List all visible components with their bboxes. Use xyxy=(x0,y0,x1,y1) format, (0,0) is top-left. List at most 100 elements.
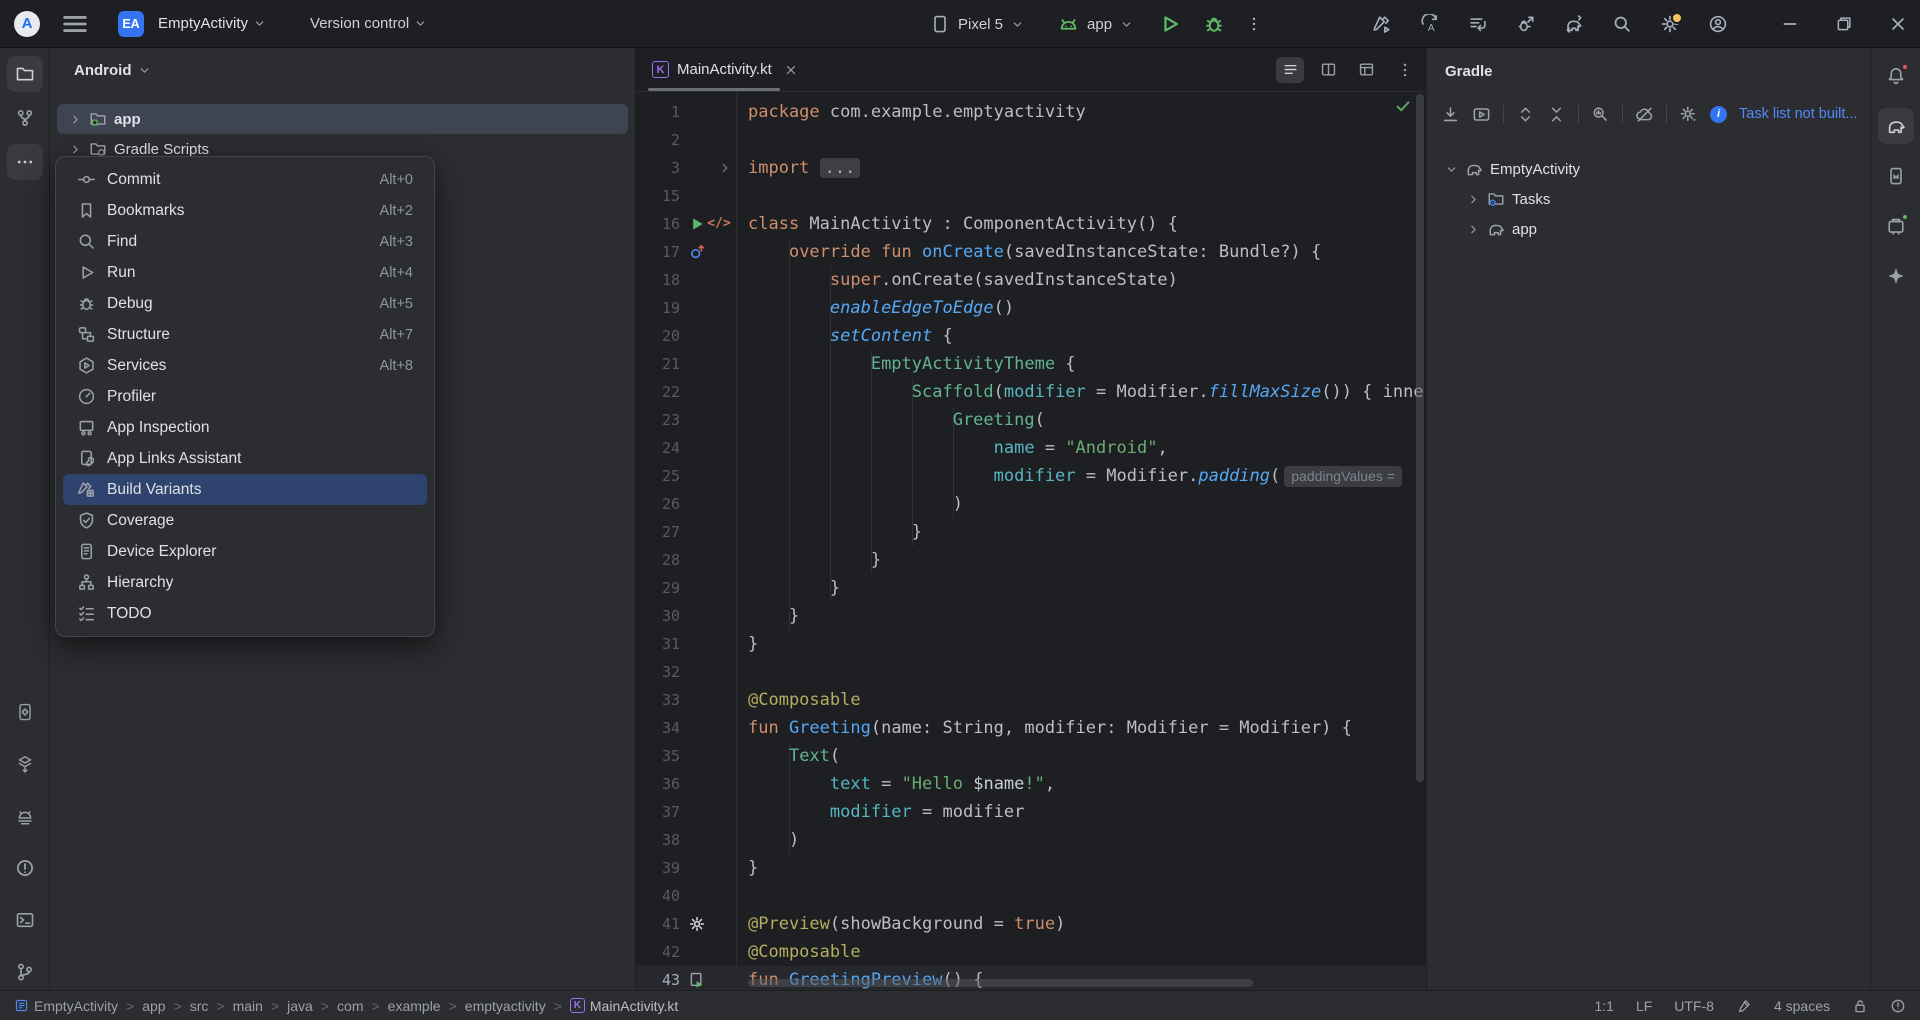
maximize-button[interactable] xyxy=(1834,14,1854,34)
breadcrumb-item-emptyactivity[interactable]: emptyactivity xyxy=(465,998,546,1014)
menu-item-profiler[interactable]: Profiler xyxy=(63,381,427,412)
breadcrumb-item-com[interactable]: com xyxy=(337,998,363,1014)
device-manager-tool-button[interactable] xyxy=(7,694,43,730)
menu-item-services[interactable]: ServicesAlt+8 xyxy=(63,350,427,381)
caret-position-widget[interactable]: 1:1 xyxy=(1594,998,1613,1014)
offline-mode-icon[interactable] xyxy=(1635,105,1654,124)
code-line-20[interactable]: 20 setContent { xyxy=(636,322,1426,350)
inspections-ok-icon[interactable] xyxy=(1394,97,1412,115)
menu-item-debug[interactable]: DebugAlt+5 xyxy=(63,288,427,319)
code-line-15[interactable]: 15 xyxy=(636,182,1426,210)
main-menu-button[interactable] xyxy=(58,9,92,39)
breadcrumb-item-main[interactable]: main xyxy=(233,998,263,1014)
tab-close-button[interactable] xyxy=(784,63,798,77)
code-line-28[interactable]: 28 } xyxy=(636,546,1426,574)
gemini-button[interactable] xyxy=(1878,258,1914,294)
gradle-status-link[interactable]: Task list not built... xyxy=(1739,106,1857,122)
chevron-down-icon[interactable] xyxy=(1445,163,1458,176)
search-everywhere-button[interactable] xyxy=(1612,14,1632,34)
running-devices-button[interactable] xyxy=(1878,158,1914,194)
code-line-23[interactable]: 23 Greeting( xyxy=(636,406,1426,434)
build-variants-tool-button[interactable] xyxy=(7,746,43,782)
execute-task-icon[interactable] xyxy=(1472,105,1491,124)
encoding-widget[interactable]: UTF-8 xyxy=(1674,998,1714,1014)
logcat-tool-button[interactable] xyxy=(7,798,43,834)
settings-gear-icon[interactable] xyxy=(688,915,706,933)
profile-button[interactable] xyxy=(1708,14,1728,34)
settings-button[interactable] xyxy=(1660,14,1680,34)
code-line-18[interactable]: 18 super.onCreate(savedInstanceState) xyxy=(636,266,1426,294)
code-line-38[interactable]: 38 ) xyxy=(636,826,1426,854)
tree-item-tasks[interactable]: Tasks xyxy=(1433,184,1864,214)
code-line-1[interactable]: 1package com.example.emptyactivity xyxy=(636,98,1426,126)
expand-all-icon[interactable] xyxy=(1516,105,1535,124)
tree-item-app[interactable]: app xyxy=(57,104,628,134)
project-selector[interactable]: EmptyActivity xyxy=(158,15,266,32)
device-manager-button[interactable] xyxy=(1878,208,1914,244)
code-view-button[interactable] xyxy=(1276,57,1304,83)
menu-item-todo[interactable]: TODO xyxy=(63,598,427,629)
tree-item-emptyactivity[interactable]: EmptyActivity xyxy=(1433,154,1864,184)
override-method-icon[interactable] xyxy=(688,243,706,261)
code-line-34[interactable]: 34fun Greeting(name: String, modifier: M… xyxy=(636,714,1426,742)
run-button[interactable] xyxy=(1159,13,1181,35)
editor-options-button[interactable] xyxy=(1396,61,1414,79)
code-line-30[interactable]: 30 } xyxy=(636,602,1426,630)
debug-button[interactable] xyxy=(1203,13,1225,35)
code-line-36[interactable]: 36 text = "Hello $name!", xyxy=(636,770,1426,798)
apply-code-changes-button[interactable] xyxy=(1468,14,1488,34)
code-line-41[interactable]: 41@Preview(showBackground = true) xyxy=(636,910,1426,938)
chevron-right-icon[interactable] xyxy=(69,143,82,156)
code-line-3[interactable]: 3import ... xyxy=(636,154,1426,182)
menu-item-app-inspection[interactable]: App Inspection xyxy=(63,412,427,443)
chevron-down-icon[interactable] xyxy=(1011,18,1024,31)
menu-item-hierarchy[interactable]: Hierarchy xyxy=(63,567,427,598)
device-selector[interactable]: Pixel 5 xyxy=(958,16,1003,33)
problems-tool-button[interactable] xyxy=(7,850,43,886)
chevron-right-icon[interactable] xyxy=(718,161,732,175)
split-view-button[interactable] xyxy=(1314,57,1342,83)
menu-item-build-variants[interactable]: Build Variants xyxy=(63,474,427,505)
menu-item-commit[interactable]: CommitAlt+0 xyxy=(63,164,427,195)
gradle-tool-button[interactable] xyxy=(1878,108,1914,144)
project-tool-button[interactable] xyxy=(7,56,43,92)
vertical-scrollbar[interactable] xyxy=(1416,94,1424,782)
preview-run-icon[interactable] xyxy=(688,971,706,989)
attach-debugger-button[interactable] xyxy=(1516,14,1536,34)
breadcrumb-item-app[interactable]: app xyxy=(142,998,165,1014)
breadcrumb-item-emptyactivity[interactable]: EmptyActivity xyxy=(14,998,118,1014)
horizontal-scrollbar[interactable] xyxy=(748,979,1253,987)
version-control-menu[interactable]: Version control xyxy=(310,15,427,32)
commit-tool-button[interactable] xyxy=(7,100,43,136)
code-line-25[interactable]: 25 modifier = Modifier.padding(paddingVa… xyxy=(636,462,1426,490)
tree-item-app[interactable]: app xyxy=(1433,214,1864,244)
menu-item-coverage[interactable]: Coverage xyxy=(63,505,427,536)
chevron-down-icon[interactable] xyxy=(1120,18,1133,31)
code-line-19[interactable]: 19 enableEdgeToEdge() xyxy=(636,294,1426,322)
code-line-31[interactable]: 31} xyxy=(636,630,1426,658)
download-icon[interactable] xyxy=(1441,105,1460,124)
code-line-39[interactable]: 39} xyxy=(636,854,1426,882)
breadcrumb-item-src[interactable]: src xyxy=(190,998,209,1014)
breadcrumb-item-example[interactable]: example xyxy=(388,998,441,1014)
line-separator-widget[interactable]: LF xyxy=(1636,998,1652,1014)
code-line-32[interactable]: 32 xyxy=(636,658,1426,686)
apply-changes-button[interactable]: A xyxy=(1420,14,1440,34)
code-line-17[interactable]: 17 override fun onCreate(savedInstanceSt… xyxy=(636,238,1426,266)
design-view-button[interactable] xyxy=(1352,57,1380,83)
notifications-button[interactable] xyxy=(1878,58,1914,94)
code-line-22[interactable]: 22 Scaffold(modifier = Modifier.fillMaxS… xyxy=(636,378,1426,406)
code-line-42[interactable]: 42@Composable xyxy=(636,938,1426,966)
code-line-40[interactable]: 40 xyxy=(636,882,1426,910)
collapse-all-icon[interactable] xyxy=(1547,105,1566,124)
analyze-dependencies-icon[interactable] xyxy=(1591,105,1610,124)
menu-item-run[interactable]: RunAlt+4 xyxy=(63,257,427,288)
code-line-27[interactable]: 27 } xyxy=(636,518,1426,546)
project-view-selector[interactable]: Android xyxy=(50,48,635,92)
menu-item-device-explorer[interactable]: Device Explorer xyxy=(63,536,427,567)
code-editor[interactable]: 1package com.example.emptyactivity23impo… xyxy=(636,92,1426,990)
unlock-icon[interactable] xyxy=(1852,998,1868,1014)
minimize-button[interactable] xyxy=(1780,14,1800,34)
chevron-right-icon[interactable] xyxy=(69,113,82,126)
chevron-right-icon[interactable] xyxy=(1467,193,1480,206)
